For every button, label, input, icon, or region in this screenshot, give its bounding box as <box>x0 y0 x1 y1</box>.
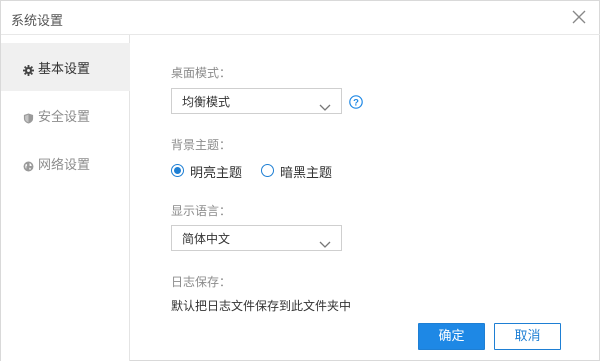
sidebar-item-basic[interactable]: 基本设置 <box>1 43 130 91</box>
theme-option-light-label: 明亮主题 <box>190 166 243 181</box>
svg-text:?: ? <box>353 97 359 108</box>
settings-panel: 桌面模式： 均衡模式 ? 背景主题： 明亮主题 暗黑主题 显示语言： 简体中文 … <box>131 35 600 361</box>
theme-radio-dark[interactable] <box>261 164 274 177</box>
chevron-down-icon <box>319 97 331 111</box>
desktop-mode-select[interactable]: 均衡模式 <box>171 88 342 114</box>
language-label: 显示语言： <box>171 204 232 218</box>
log-description: 默认把日志文件保存到此文件夹中 <box>171 299 352 313</box>
sidebar-item-label: 网络设置 <box>38 158 91 173</box>
desktop-mode-value: 均衡模式 <box>182 95 231 109</box>
sidebar-item-security[interactable]: 安全设置 <box>1 91 130 139</box>
title-bar: 系统设置 <box>1 1 600 35</box>
globe-icon <box>23 157 34 172</box>
language-value: 简体中文 <box>182 232 231 246</box>
help-icon[interactable]: ? <box>349 94 363 109</box>
settings-dialog: 系统设置 基本设置 安全设置 网络设置 桌面模式： 均衡模式 ? 背景主题： 明… <box>0 0 600 361</box>
chevron-down-icon <box>319 234 331 248</box>
sidebar: 基本设置 安全设置 网络设置 <box>1 35 130 361</box>
sidebar-item-label: 安全设置 <box>38 110 91 125</box>
desktop-mode-label: 桌面模式： <box>171 66 232 80</box>
gear-icon <box>23 61 34 76</box>
log-label: 日志保存： <box>171 275 232 289</box>
theme-option-dark-label: 暗黑主题 <box>280 166 333 181</box>
cancel-button[interactable]: 取消 <box>494 323 561 350</box>
theme-radio-light[interactable] <box>171 164 184 177</box>
ok-button[interactable]: 确定 <box>418 323 485 350</box>
theme-label: 背景主题： <box>171 138 232 152</box>
close-icon[interactable] <box>571 9 587 25</box>
sidebar-item-label: 基本设置 <box>38 62 91 77</box>
dialog-title: 系统设置 <box>11 14 64 29</box>
sidebar-item-network[interactable]: 网络设置 <box>1 139 130 187</box>
shield-icon <box>23 109 34 124</box>
language-select[interactable]: 简体中文 <box>171 225 342 251</box>
